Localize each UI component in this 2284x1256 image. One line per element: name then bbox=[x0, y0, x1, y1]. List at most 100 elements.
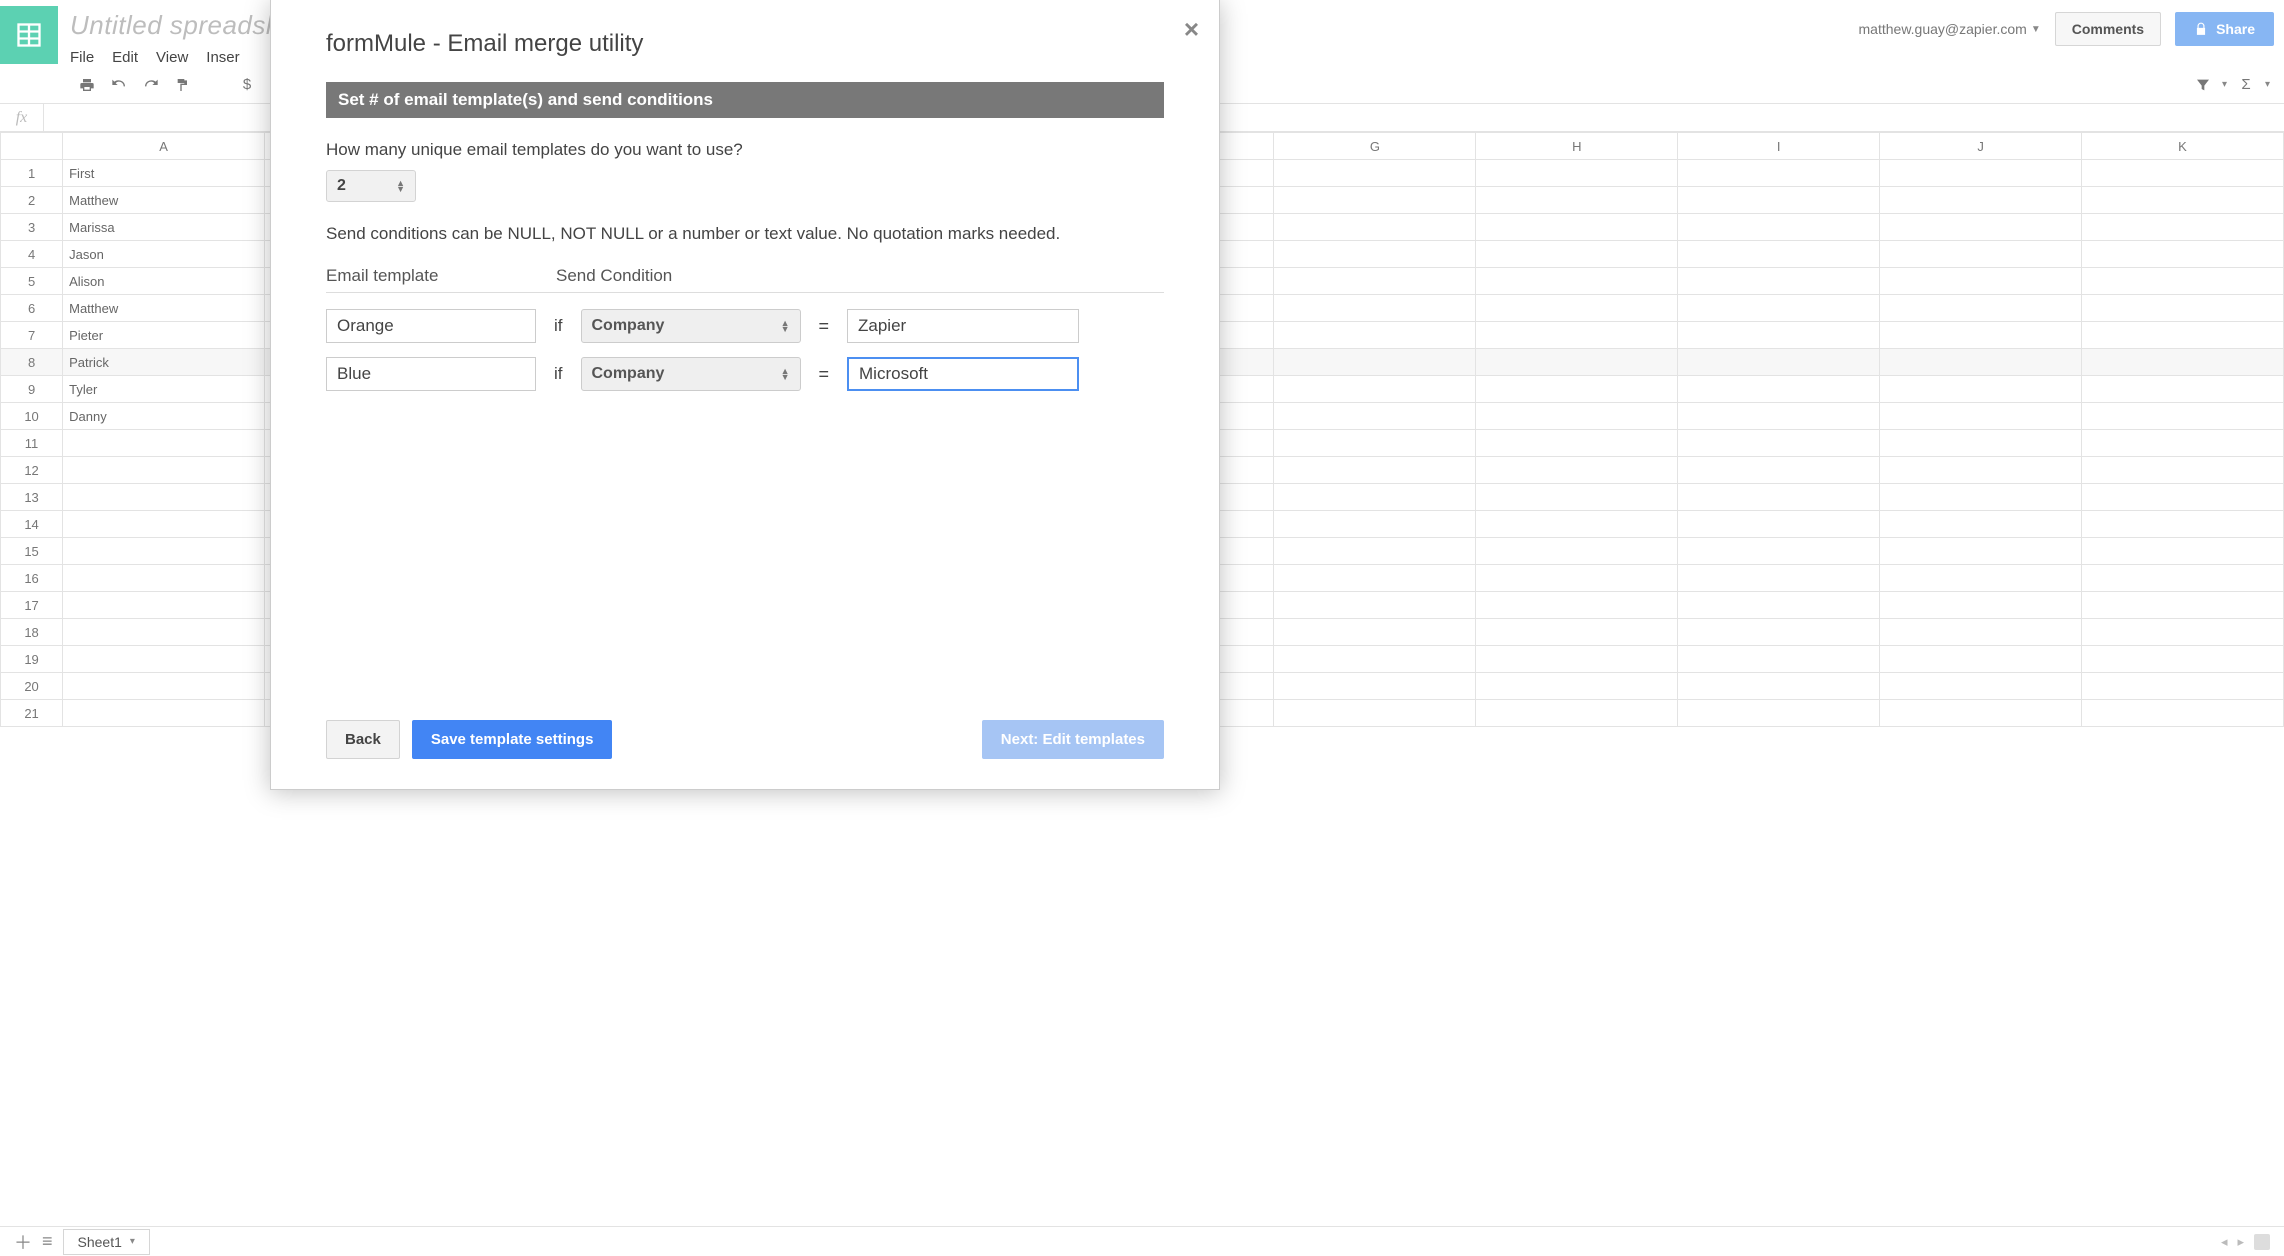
cell[interactable] bbox=[1274, 214, 1476, 241]
cell[interactable] bbox=[1678, 700, 1880, 727]
cell[interactable] bbox=[1476, 619, 1678, 646]
cell[interactable] bbox=[2082, 646, 2284, 673]
cell[interactable] bbox=[2082, 457, 2284, 484]
cell[interactable]: Marissa bbox=[63, 214, 265, 241]
row-header[interactable]: 3 bbox=[1, 214, 63, 241]
cell[interactable] bbox=[1880, 430, 2082, 457]
cell[interactable] bbox=[2082, 673, 2284, 700]
row-header[interactable]: 12 bbox=[1, 457, 63, 484]
cell[interactable] bbox=[1274, 295, 1476, 322]
cell[interactable] bbox=[1880, 295, 2082, 322]
cell[interactable] bbox=[1274, 349, 1476, 376]
cell[interactable] bbox=[63, 565, 265, 592]
cell[interactable] bbox=[63, 511, 265, 538]
share-button[interactable]: Share bbox=[2175, 12, 2274, 46]
cell[interactable] bbox=[2082, 241, 2284, 268]
row-header[interactable]: 6 bbox=[1, 295, 63, 322]
row-header[interactable]: 8 bbox=[1, 349, 63, 376]
cell[interactable] bbox=[1880, 619, 2082, 646]
cell[interactable] bbox=[1880, 538, 2082, 565]
row-header[interactable]: 21 bbox=[1, 700, 63, 727]
cell[interactable] bbox=[1274, 673, 1476, 700]
menu-view[interactable]: View bbox=[156, 49, 188, 66]
row-header[interactable]: 7 bbox=[1, 322, 63, 349]
cell[interactable] bbox=[1678, 484, 1880, 511]
filter-icon[interactable] bbox=[2194, 76, 2212, 94]
cell[interactable] bbox=[1476, 484, 1678, 511]
save-template-settings-button[interactable]: Save template settings bbox=[412, 720, 613, 759]
column-header[interactable]: G bbox=[1274, 133, 1476, 160]
all-sheets-button[interactable]: ≡ bbox=[42, 1231, 53, 1252]
cell[interactable] bbox=[1476, 457, 1678, 484]
column-header[interactable]: K bbox=[2082, 133, 2284, 160]
functions-caret-icon[interactable]: ▾ bbox=[2265, 79, 2270, 90]
cell[interactable] bbox=[2082, 160, 2284, 187]
cell[interactable] bbox=[2082, 403, 2284, 430]
condition-field-select[interactable]: Company ▲▼ bbox=[581, 309, 801, 343]
cell[interactable] bbox=[1274, 700, 1476, 727]
row-header[interactable]: 13 bbox=[1, 484, 63, 511]
row-header[interactable]: 1 bbox=[1, 160, 63, 187]
user-email[interactable]: matthew.guay@zapier.com ▼ bbox=[1859, 21, 2041, 37]
cell[interactable] bbox=[2082, 592, 2284, 619]
condition-value-input[interactable] bbox=[847, 357, 1079, 391]
row-header[interactable]: 2 bbox=[1, 187, 63, 214]
cell[interactable] bbox=[2082, 214, 2284, 241]
cell[interactable] bbox=[1880, 457, 2082, 484]
cell[interactable] bbox=[1678, 457, 1880, 484]
cell[interactable] bbox=[2082, 565, 2284, 592]
cell[interactable] bbox=[1880, 187, 2082, 214]
cell[interactable] bbox=[63, 673, 265, 700]
cell[interactable] bbox=[2082, 268, 2284, 295]
cell[interactable] bbox=[2082, 376, 2284, 403]
cell[interactable] bbox=[1678, 430, 1880, 457]
template-count-select[interactable]: 2 ▲▼ bbox=[326, 170, 416, 202]
cell[interactable]: Danny bbox=[63, 403, 265, 430]
menu-file[interactable]: File bbox=[70, 49, 94, 66]
row-header[interactable]: 9 bbox=[1, 376, 63, 403]
cell[interactable] bbox=[2082, 349, 2284, 376]
cell[interactable] bbox=[1880, 646, 2082, 673]
cell[interactable] bbox=[2082, 619, 2284, 646]
cell[interactable]: Jason bbox=[63, 241, 265, 268]
cell[interactable] bbox=[1880, 700, 2082, 727]
cell[interactable] bbox=[63, 484, 265, 511]
cell[interactable] bbox=[1274, 241, 1476, 268]
functions-icon[interactable]: Σ bbox=[2237, 76, 2255, 94]
cell[interactable] bbox=[1678, 241, 1880, 268]
cell[interactable] bbox=[1476, 349, 1678, 376]
cell[interactable] bbox=[2082, 484, 2284, 511]
cell[interactable] bbox=[1678, 565, 1880, 592]
cell[interactable] bbox=[1476, 187, 1678, 214]
cell[interactable] bbox=[1476, 430, 1678, 457]
select-all-cell[interactable] bbox=[1, 133, 63, 160]
condition-field-select[interactable]: Company ▲▼ bbox=[581, 357, 801, 391]
cell[interactable] bbox=[2082, 511, 2284, 538]
row-header[interactable]: 4 bbox=[1, 241, 63, 268]
condition-value-input[interactable] bbox=[847, 309, 1079, 343]
cell[interactable] bbox=[1476, 538, 1678, 565]
cell[interactable] bbox=[1678, 268, 1880, 295]
cell[interactable] bbox=[1476, 241, 1678, 268]
row-header[interactable]: 16 bbox=[1, 565, 63, 592]
cell[interactable] bbox=[1274, 619, 1476, 646]
cell[interactable] bbox=[1274, 160, 1476, 187]
cell[interactable] bbox=[1678, 160, 1880, 187]
column-header[interactable]: I bbox=[1678, 133, 1880, 160]
cell[interactable] bbox=[1274, 511, 1476, 538]
back-button[interactable]: Back bbox=[326, 720, 400, 759]
cell[interactable] bbox=[1880, 268, 2082, 295]
column-header[interactable]: H bbox=[1476, 133, 1678, 160]
cell[interactable] bbox=[1476, 403, 1678, 430]
row-header[interactable]: 15 bbox=[1, 538, 63, 565]
cell[interactable] bbox=[1476, 268, 1678, 295]
menu-edit[interactable]: Edit bbox=[112, 49, 138, 66]
scroll-right-icon[interactable]: ▸ bbox=[2237, 1234, 2244, 1250]
cell[interactable] bbox=[1476, 214, 1678, 241]
cell[interactable] bbox=[1880, 403, 2082, 430]
scroll-left-icon[interactable]: ◂ bbox=[2221, 1234, 2228, 1250]
template-name-input[interactable] bbox=[326, 357, 536, 391]
cell[interactable] bbox=[1880, 160, 2082, 187]
currency-icon[interactable]: $ bbox=[238, 76, 256, 94]
cell[interactable] bbox=[1880, 484, 2082, 511]
